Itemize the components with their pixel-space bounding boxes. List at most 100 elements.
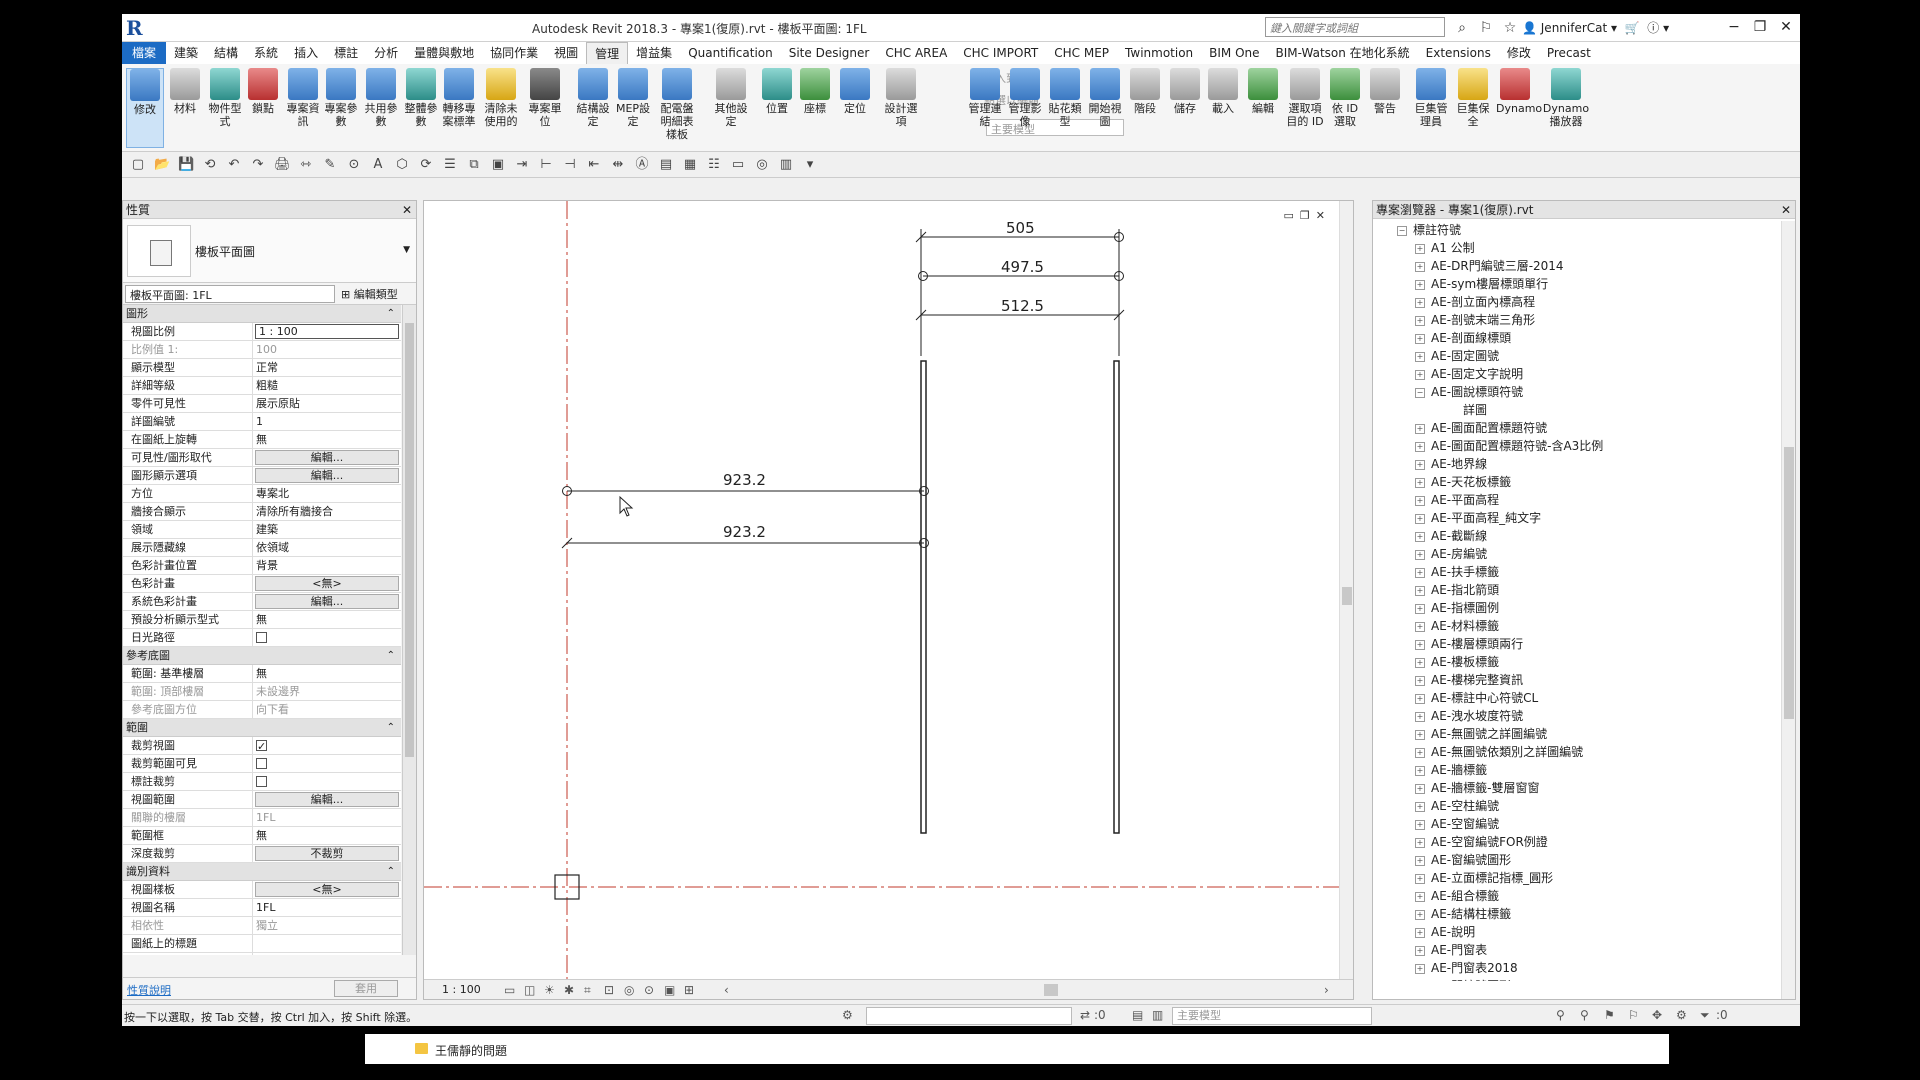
ribbon-button-18[interactable]: 設計選項 <box>882 68 920 128</box>
tab-1[interactable]: 建築 <box>166 42 206 64</box>
scroll-thumb[interactable] <box>1342 587 1352 605</box>
ribbon-button-2[interactable]: 物件型式 <box>206 68 244 128</box>
expand-icon[interactable]: + <box>1415 819 1425 830</box>
expand-icon[interactable]: + <box>1415 873 1425 884</box>
tree-node[interactable]: + AE-空窗編號 <box>1373 815 1781 833</box>
tab-0[interactable]: 檔案 <box>122 42 167 64</box>
tree-node[interactable]: + AE-平面高程 <box>1373 491 1781 509</box>
drawing-area[interactable]: ▭ ❐ ✕ 505 497.5 512.5 923.2 923.2 1: 10… <box>423 200 1354 1000</box>
tree-node[interactable]: + AE-說明 <box>1373 923 1781 941</box>
tree-node[interactable]: + AE-圖面配置標題符號 <box>1373 419 1781 437</box>
right-icon[interactable]: ⊣ <box>562 157 578 173</box>
ribbon-button-16[interactable]: 座標 <box>796 68 834 115</box>
dimension-icon[interactable]: ✎ <box>322 157 338 173</box>
expand-icon[interactable]: + <box>1415 369 1425 380</box>
dimension-label[interactable]: 923.2 <box>723 471 766 489</box>
dimension-label[interactable]: 505 <box>1006 219 1035 237</box>
tab-7[interactable]: 量體與敷地 <box>406 42 482 64</box>
expand-icon[interactable]: + <box>1415 837 1425 848</box>
tab-15[interactable]: CHC IMPORT <box>955 42 1046 64</box>
tree-node[interactable]: + AE-指標圖例 <box>1373 599 1781 617</box>
expand-icon[interactable]: + <box>1415 945 1425 956</box>
expand-icon[interactable]: + <box>1415 729 1425 740</box>
property-value[interactable]: 無 <box>253 431 401 448</box>
tree-node[interactable]: + AE-空窗編號FOR例證 <box>1373 833 1781 851</box>
customize-icon[interactable]: ▾ <box>802 157 818 173</box>
tree-node[interactable]: + AE-無圖號依類別之詳圖編號 <box>1373 743 1781 761</box>
ribbon-button-15[interactable]: 位置 <box>758 68 796 115</box>
expand-icon[interactable]: + <box>1415 783 1425 794</box>
tree-node[interactable]: 詳圖 <box>1373 401 1781 419</box>
ribbon-button-21[interactable]: 貼花類型 <box>1046 68 1084 128</box>
folder-icon[interactable] <box>415 1043 428 1054</box>
expand-icon[interactable]: + <box>1415 459 1425 470</box>
ribbon-button-20[interactable]: 管理影像 <box>1006 68 1044 128</box>
shadows-icon[interactable]: ✱ <box>564 983 574 997</box>
tab-11[interactable]: 增益集 <box>628 42 680 64</box>
tab-16[interactable]: CHC MEP <box>1046 42 1117 64</box>
close-icon[interactable]: ✕ <box>1781 201 1791 219</box>
text-icon[interactable]: A <box>370 157 386 173</box>
ribbon-button-32[interactable]: Dynamo <box>1496 68 1542 115</box>
tree-node[interactable]: + AE-門窗表2018 <box>1373 959 1781 977</box>
tag-icon[interactable]: ⊙ <box>346 157 362 173</box>
property-value[interactable]: 專案北 <box>253 485 401 502</box>
ribbon-button-29[interactable]: 警告 <box>1366 68 1404 115</box>
apply-button[interactable]: 套用 <box>334 980 398 997</box>
tab-2[interactable]: 結構 <box>206 42 246 64</box>
property-value[interactable]: 展示原貼 <box>253 395 401 412</box>
tree-node[interactable]: + AE-房編號 <box>1373 545 1781 563</box>
ribbon-button-31[interactable]: 巨集保全 <box>1454 68 1492 128</box>
worksharing-icon[interactable]: ⚙ <box>842 1008 853 1022</box>
switch-windows-icon[interactable]: ▣ <box>490 157 506 173</box>
dimension-label[interactable]: 512.5 <box>1001 297 1044 315</box>
property-value[interactable]: 編輯... <box>255 792 399 807</box>
checkbox[interactable] <box>256 632 267 643</box>
tree-node[interactable]: + AE-標註中心符號CL <box>1373 689 1781 707</box>
dimension-label[interactable]: 923.2 <box>723 523 766 541</box>
tab-9[interactable]: 視圖 <box>546 42 586 64</box>
tree-node[interactable]: + AE-剖面線標頭 <box>1373 329 1781 347</box>
expand-icon[interactable]: + <box>1415 567 1425 578</box>
select-underlay-icon[interactable]: ⚲ <box>1580 1008 1589 1022</box>
property-value[interactable]: 依領域 <box>253 539 401 556</box>
tab-20[interactable]: Extensions <box>1418 42 1499 64</box>
tree-node[interactable]: − AE-圖說標頭符號 <box>1373 383 1781 401</box>
expand-icon[interactable]: + <box>1415 747 1425 758</box>
expand-icon[interactable]: + <box>1415 621 1425 632</box>
tree-node[interactable]: + AE-扶手標籤 <box>1373 563 1781 581</box>
property-group-header[interactable]: 圖形 ⌃ <box>123 305 401 323</box>
tab-13[interactable]: Site Designer <box>781 42 878 64</box>
ribbon-button-9[interactable]: 清除未使用的 <box>482 68 520 128</box>
property-value[interactable] <box>253 629 401 646</box>
expand-icon[interactable]: + <box>1415 549 1425 560</box>
property-value[interactable] <box>253 737 401 754</box>
analytical-model-icon[interactable]: ▣ <box>664 983 675 997</box>
binoculars-icon[interactable]: ⌕ <box>1452 18 1472 38</box>
tree-node[interactable]: + AE-截斷線 <box>1373 527 1781 545</box>
detail-level-icon[interactable]: ▭ <box>504 983 515 997</box>
background-process-icon[interactable]: ⚙ <box>1676 1008 1687 1022</box>
property-value[interactable] <box>253 935 401 952</box>
expand-icon[interactable]: + <box>1415 495 1425 506</box>
ribbon-button-10[interactable]: 專案單位 <box>526 68 564 128</box>
tab-12[interactable]: Quantification <box>680 42 781 64</box>
tree-node[interactable]: + AE-門窗表 <box>1373 941 1781 959</box>
user-account[interactable]: 👤 JenniferCat ▾ 🛒 ⓘ ▾ <box>1522 19 1669 36</box>
ribbon-button-0[interactable]: 修改 <box>126 68 164 148</box>
expand-icon[interactable]: + <box>1415 855 1425 866</box>
scroll-left-icon[interactable]: ‹ <box>724 983 729 997</box>
tree-node[interactable]: + AE-牆標籤 <box>1373 761 1781 779</box>
expand-icon[interactable]: + <box>1415 279 1425 290</box>
legend-icon[interactable]: ▥ <box>778 157 794 173</box>
sheet-icon[interactable]: ☷ <box>706 157 722 173</box>
tag-all-icon[interactable]: Ⓐ <box>634 157 650 173</box>
browser-scrollbar[interactable] <box>1781 221 1795 999</box>
expand-icon[interactable]: + <box>1415 765 1425 776</box>
ribbon-button-14[interactable]: 其他設定 <box>712 68 750 128</box>
design-options-icon[interactable]: ▤ <box>1132 1008 1143 1022</box>
crop-view-icon[interactable]: ⌗ <box>584 983 591 998</box>
view-scale[interactable]: 1 : 100 <box>442 983 481 996</box>
tab-22[interactable]: Precast <box>1539 42 1599 64</box>
expand-icon[interactable]: + <box>1415 711 1425 722</box>
